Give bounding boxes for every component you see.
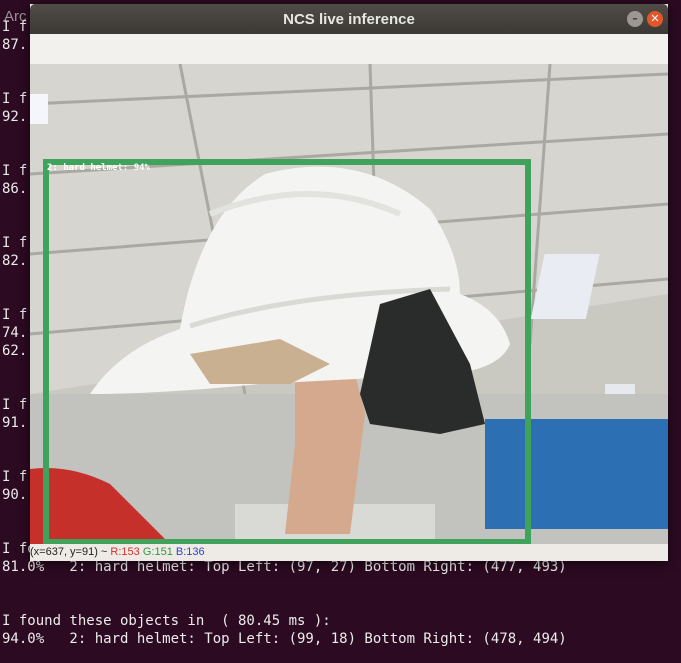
- terminal-line: I f: [2, 19, 28, 35]
- detection-bounding-box: [43, 159, 531, 544]
- inference-window[interactable]: NCS live inference – ✕ 2: hard helmet: 9…: [30, 4, 668, 561]
- terminal-line: I f: [2, 91, 28, 107]
- terminal-line: 90.: [2, 487, 28, 503]
- terminal-line: I f: [2, 163, 28, 179]
- status-red-value: R:153: [110, 546, 140, 558]
- detection-label: 2: hard helmet: 94%: [47, 163, 150, 173]
- terminal-line: 87.: [2, 37, 28, 53]
- terminal-line: 74.: [2, 325, 28, 341]
- terminal-line: 82.: [2, 253, 28, 269]
- status-coordinates: (x=637, y=91) ~: [30, 546, 111, 558]
- terminal-line: 91.: [2, 415, 28, 431]
- minimize-button[interactable]: –: [627, 11, 643, 27]
- terminal-line: I found these objects in ( 80.45 ms ):: [2, 613, 331, 629]
- toolbar-area: [30, 34, 668, 64]
- window-title: NCS live inference: [283, 11, 415, 28]
- terminal-line: I f: [2, 307, 28, 323]
- terminal-line: 86.: [2, 181, 28, 197]
- window-titlebar[interactable]: NCS live inference – ✕: [30, 4, 668, 34]
- terminal-line: I f: [2, 397, 28, 413]
- terminal-line: 92.: [2, 109, 28, 125]
- close-button[interactable]: ✕: [647, 11, 663, 27]
- terminal-line: I f: [2, 235, 28, 251]
- status-green-value: G:151: [142, 546, 173, 558]
- camera-feed[interactable]: 2: hard helmet: 94%: [30, 64, 668, 544]
- terminal-line: 94.0% 2: hard helmet: Top Left: (99, 18)…: [2, 631, 567, 647]
- terminal-line: 62.: [2, 343, 28, 359]
- status-bar: (x=637, y=91) ~ R:153 G:151 B:136: [30, 544, 668, 561]
- terminal-line: I f: [2, 469, 28, 485]
- status-blue-value: B:136: [175, 546, 205, 558]
